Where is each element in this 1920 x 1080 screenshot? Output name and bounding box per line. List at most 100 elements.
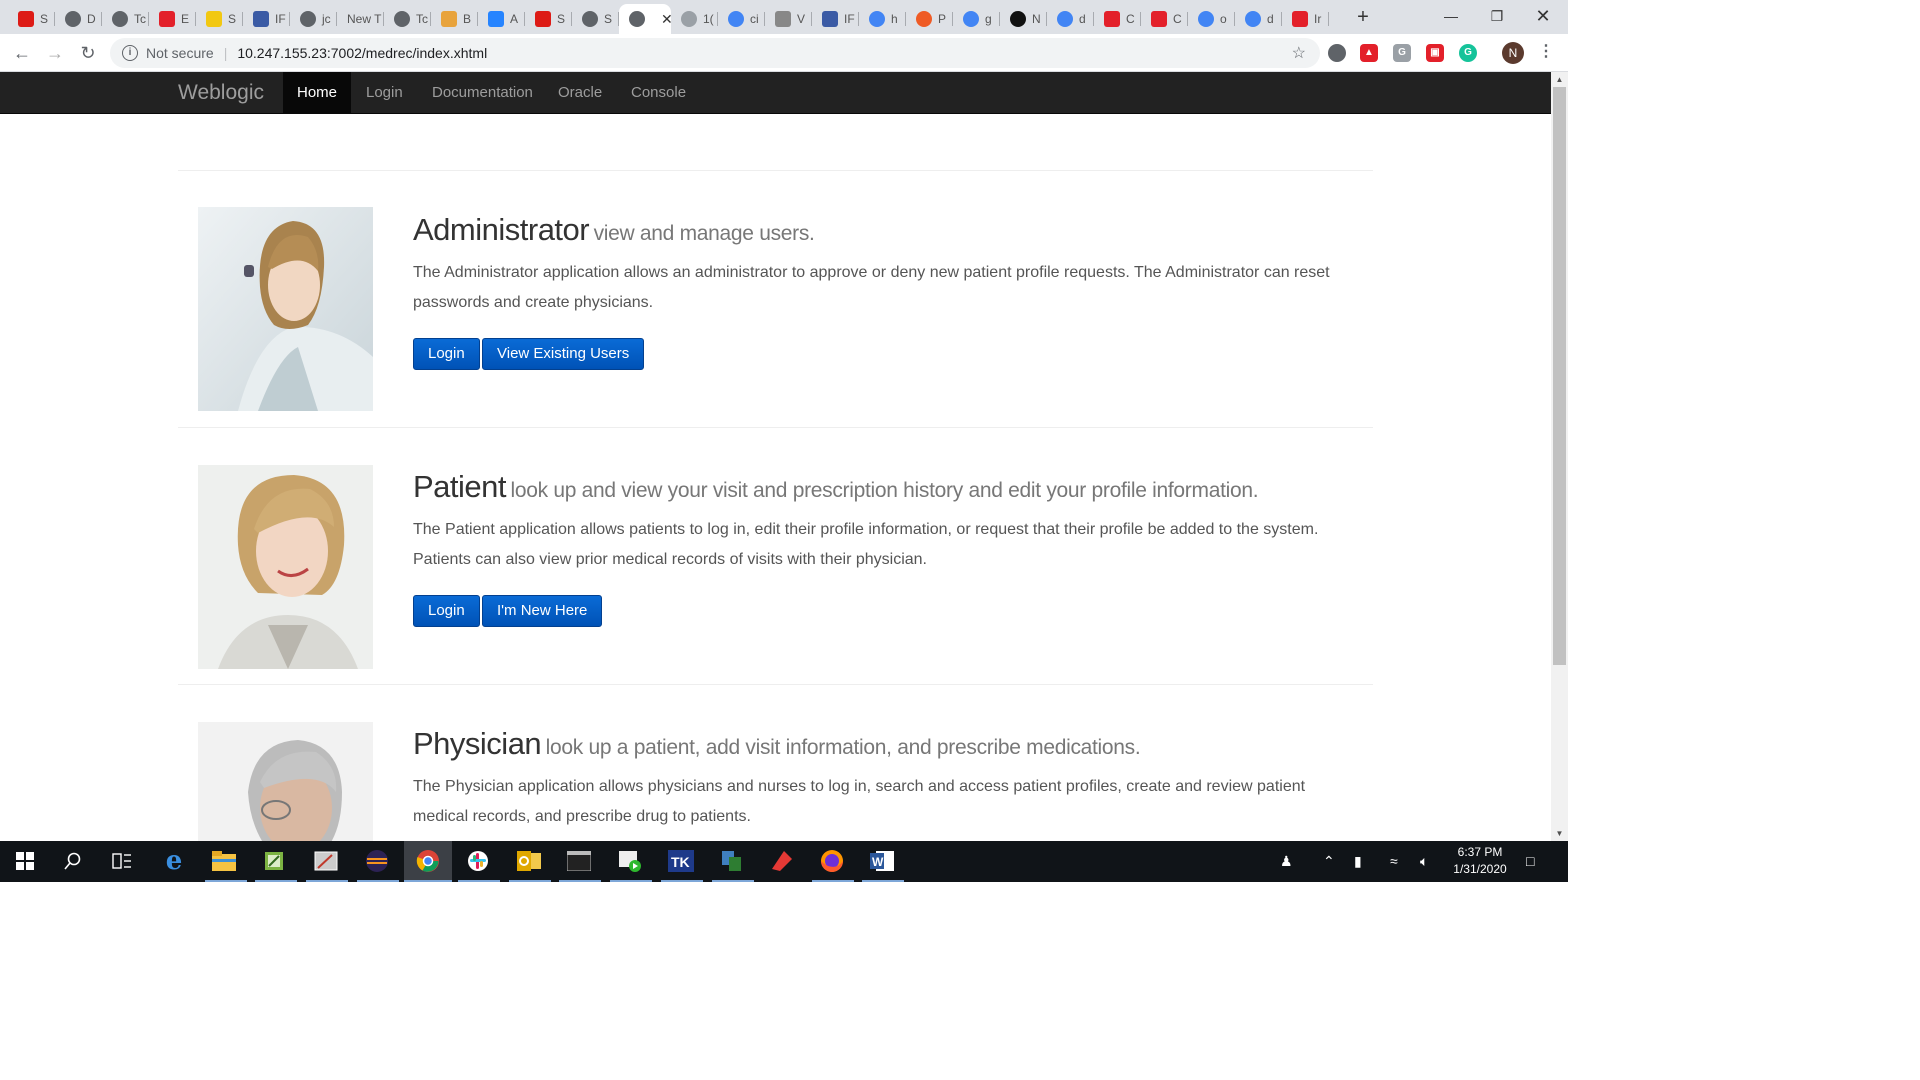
minimize-button[interactable]: — xyxy=(1428,0,1474,32)
browser-tab[interactable]: S xyxy=(525,4,572,34)
close-window-button[interactable]: ✕ xyxy=(1520,0,1566,32)
globe-icon xyxy=(112,11,128,27)
scroll-thumb[interactable] xyxy=(1553,87,1566,665)
acrobat-icon[interactable] xyxy=(768,847,796,875)
eclipse-icon[interactable] xyxy=(363,847,391,875)
file-explorer-icon[interactable] xyxy=(210,847,238,875)
browser-tab[interactable]: E xyxy=(149,4,196,34)
bookmark-star-icon[interactable]: ☆ xyxy=(1292,43,1306,63)
nav-console[interactable]: Console xyxy=(631,84,686,101)
profile-avatar[interactable]: N xyxy=(1502,42,1524,64)
tab-close-icon[interactable]: ✕ xyxy=(661,11,671,28)
oracle-ring-icon xyxy=(1292,11,1308,27)
firefox-icon[interactable] xyxy=(818,847,846,875)
tab-title: S xyxy=(40,12,49,26)
copy-app-icon[interactable] xyxy=(718,847,746,875)
slack-icon[interactable] xyxy=(464,847,492,875)
browser-tab[interactable]: ci xyxy=(718,4,765,34)
outlook-icon[interactable] xyxy=(515,847,543,875)
browser-tab[interactable]: C xyxy=(1141,4,1188,34)
globe-icon xyxy=(394,11,410,27)
view-existing-users-button[interactable]: View Existing Users xyxy=(482,338,645,370)
browser-tab[interactable]: S xyxy=(572,4,619,34)
browser-tab[interactable]: ✕ xyxy=(619,4,671,34)
browser-tab[interactable]: 1( xyxy=(671,4,718,34)
extension-g-icon[interactable]: G xyxy=(1393,44,1411,62)
patient-login-button[interactable]: Login xyxy=(413,595,480,627)
new-tab-button[interactable]: + xyxy=(1352,6,1374,28)
battery-icon[interactable]: ▮ xyxy=(1354,853,1362,870)
im-new-here-button[interactable]: I'm New Here xyxy=(482,595,603,627)
nav-oracle[interactable]: Oracle xyxy=(558,84,602,101)
snipping-tool-icon[interactable] xyxy=(312,847,340,875)
search-icon[interactable] xyxy=(59,847,87,875)
browser-tab[interactable]: S xyxy=(8,4,55,34)
people-icon[interactable]: ♟ xyxy=(1280,853,1293,870)
browser-tab[interactable]: IF xyxy=(243,4,290,34)
nav-home[interactable]: Home xyxy=(297,84,337,101)
windows-start-icon[interactable] xyxy=(11,847,39,875)
browser-tab[interactable]: Ir xyxy=(1282,4,1329,34)
browser-tab[interactable]: B xyxy=(431,4,478,34)
system-clock[interactable]: 6:37 PM 1/31/2020 xyxy=(1440,844,1520,878)
browser-tab[interactable]: g xyxy=(953,4,1000,34)
browser-tab[interactable]: Tc xyxy=(102,4,149,34)
scroll-up-arrow-icon[interactable]: ▲ xyxy=(1551,72,1568,87)
scroll-down-arrow-icon[interactable]: ▼ xyxy=(1551,826,1568,841)
browser-tab[interactable]: jc xyxy=(290,4,337,34)
wifi-icon[interactable]: ≈ xyxy=(1390,853,1398,869)
notifications-icon[interactable]: □ xyxy=(1526,853,1534,869)
info-icon[interactable]: i xyxy=(122,45,138,61)
browser-tab[interactable]: A xyxy=(478,4,525,34)
browser-tab[interactable]: V xyxy=(765,4,812,34)
url-text[interactable]: 10.247.155.23:7002/medrec/index.xhtml xyxy=(237,45,487,61)
chrome-icon[interactable] xyxy=(414,847,442,875)
tab-title: New T xyxy=(347,12,382,26)
administrator-login-button[interactable]: Login xyxy=(413,338,480,370)
administrator-photo xyxy=(198,207,373,411)
browser-tab[interactable]: P xyxy=(906,4,953,34)
browser-tab[interactable]: S xyxy=(196,4,243,34)
page-scrollbar[interactable]: ▲ ▼ xyxy=(1551,72,1568,841)
taskbar-running-indicator xyxy=(509,880,551,882)
svg-text:TK: TK xyxy=(671,854,690,870)
nav-login[interactable]: Login xyxy=(366,84,403,101)
address-bar[interactable]: i Not secure | 10.247.155.23:7002/medrec… xyxy=(110,38,1320,68)
browser-tab[interactable]: IF xyxy=(812,4,859,34)
forward-button[interactable]: → xyxy=(43,41,67,65)
page-viewport: Weblogic Home Login Documentation Oracle… xyxy=(0,72,1551,841)
restore-button[interactable]: ❐ xyxy=(1474,0,1520,32)
tab-title: E xyxy=(181,12,190,26)
browser-tab[interactable]: Tc xyxy=(384,4,431,34)
extension-oracle-icon[interactable]: ▣ xyxy=(1426,44,1444,62)
tk-app-icon[interactable]: TK xyxy=(667,847,695,875)
browser-tab[interactable]: o xyxy=(1188,4,1235,34)
browser-tab[interactable]: h xyxy=(859,4,906,34)
site-brand[interactable]: Weblogic xyxy=(178,81,264,105)
back-button[interactable]: ← xyxy=(10,41,34,65)
word-icon[interactable]: W xyxy=(868,847,896,875)
extension-icon[interactable] xyxy=(1328,44,1346,62)
extension-red-icon[interactable]: ▲ xyxy=(1360,44,1378,62)
grammarly-icon[interactable]: G xyxy=(1459,44,1477,62)
terminal-icon[interactable] xyxy=(565,847,593,875)
browser-tab[interactable]: C xyxy=(1094,4,1141,34)
notepad-icon[interactable] xyxy=(260,847,288,875)
volume-icon[interactable]: 🔈︎ xyxy=(1420,853,1428,870)
browser-tab[interactable]: New T xyxy=(337,4,384,34)
browser-tab[interactable]: D xyxy=(55,4,102,34)
browser-tab[interactable]: N xyxy=(1000,4,1047,34)
browser-menu-icon[interactable]: ⋮ xyxy=(1538,42,1554,62)
edge-browser-icon[interactable]: e xyxy=(160,846,188,876)
tab-title: Ir xyxy=(1314,12,1322,26)
bc-icon xyxy=(775,11,791,27)
browser-tab[interactable]: d xyxy=(1047,4,1094,34)
taskbar-running-indicator xyxy=(458,880,500,882)
show-hidden-icons-chevron-icon[interactable]: ⌃ xyxy=(1323,853,1335,870)
nav-documentation[interactable]: Documentation xyxy=(432,84,533,101)
browser-tab[interactable]: d xyxy=(1235,4,1282,34)
media-player-icon[interactable] xyxy=(616,847,644,875)
task-view-icon[interactable] xyxy=(108,847,136,875)
reload-button[interactable]: ↻ xyxy=(76,41,100,65)
tab-title: C xyxy=(1126,12,1135,26)
